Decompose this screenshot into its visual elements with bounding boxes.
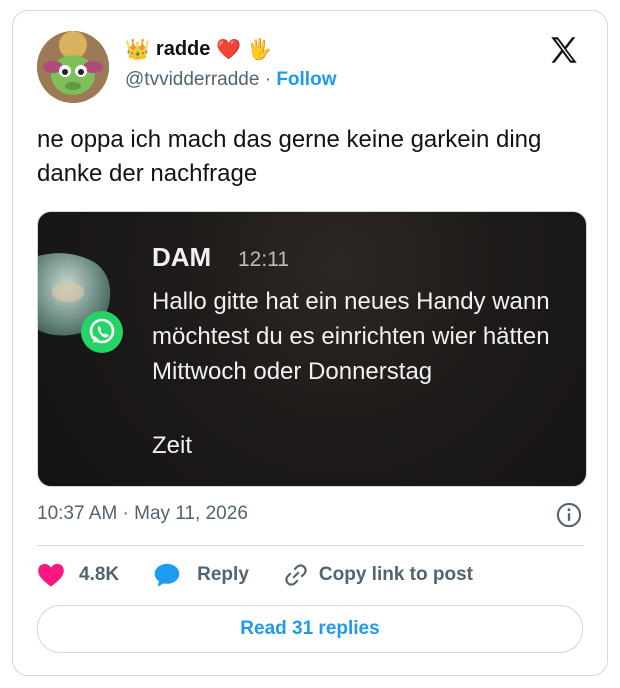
copy-link-label: Copy link to post xyxy=(318,564,473,585)
author-display-name[interactable]: radde xyxy=(156,38,210,61)
notification-time: 12:11 xyxy=(238,248,289,271)
author-handle[interactable]: @tvvidderradde xyxy=(125,69,259,90)
notification-sender: DAM xyxy=(152,242,212,272)
avatar[interactable] xyxy=(37,31,109,103)
avatar-image xyxy=(37,31,109,103)
author-name-row[interactable]: 👑 radde ❤️ 🖐 xyxy=(125,37,272,62)
follow-button[interactable]: Follow xyxy=(276,69,336,90)
media-screenshot[interactable]: DAM 12:11 Hallo gitte hat ein neues Hand… xyxy=(37,211,587,487)
reply-button[interactable]: Reply xyxy=(153,562,249,588)
notification-extra: Zeit xyxy=(152,432,193,459)
info-icon[interactable] xyxy=(555,501,583,529)
action-bar: 4.8K Reply Copy link to post xyxy=(37,561,507,589)
author-handle-row: @tvvidderradde · Follow xyxy=(125,69,336,91)
copy-link-button[interactable]: Copy link to post xyxy=(283,562,473,588)
read-replies-button[interactable]: Read 31 replies xyxy=(37,605,583,653)
post-timestamp[interactable]: 10:37 AM · May 11, 2026 xyxy=(37,503,248,525)
handle-separator: · xyxy=(264,69,272,90)
like-button[interactable]: 4.8K xyxy=(37,562,119,588)
like-count: 4.8K xyxy=(79,564,120,585)
whatsapp-icon xyxy=(81,311,123,353)
hand-emoji: 🖐 xyxy=(247,39,273,61)
speech-bubble-icon xyxy=(154,563,180,587)
tweet-text: ne oppa ich mach das gerne keine garkein… xyxy=(37,126,542,187)
tweet-card: 👑 radde ❤️ 🖐 @tvvidderradde · Follow ne … xyxy=(12,10,608,676)
link-icon xyxy=(285,564,307,586)
heart-icon xyxy=(38,563,64,587)
divider xyxy=(37,545,583,546)
x-logo-icon[interactable] xyxy=(547,33,581,67)
crown-emoji: 👑 xyxy=(125,39,150,61)
notification-message: Hallo gitte hat ein neues Handy wann möc… xyxy=(152,288,550,385)
heart-emoji: ❤️ xyxy=(216,39,242,61)
reply-label: Reply xyxy=(197,564,249,585)
